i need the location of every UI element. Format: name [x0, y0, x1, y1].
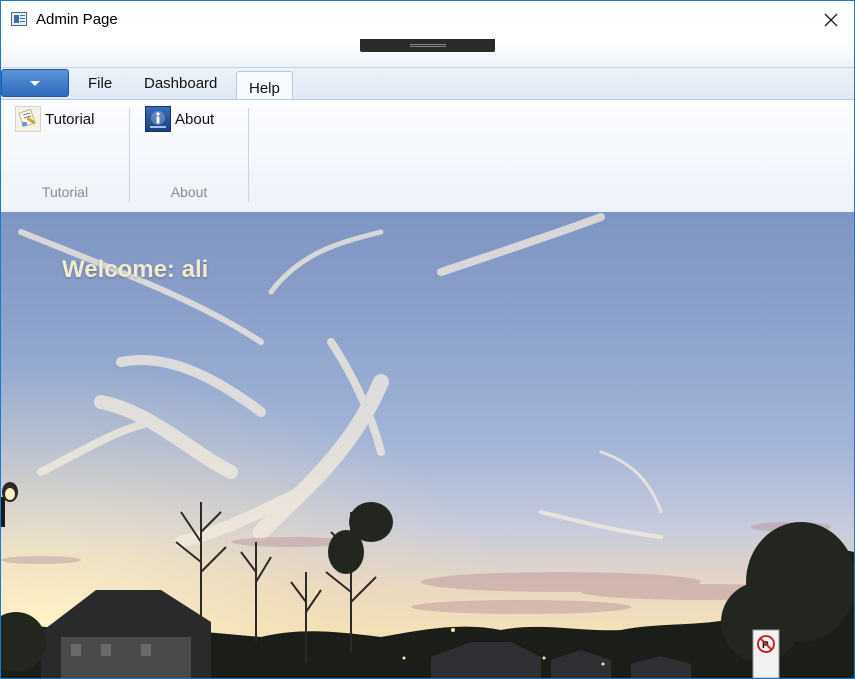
tab-dashboard[interactable]: Dashboard	[144, 75, 217, 92]
grip-lines-icon	[410, 44, 446, 45]
admin-window: Admin Page File Dashboard Help Tutorial …	[0, 0, 855, 679]
window-title: Admin Page	[36, 11, 118, 28]
about-button-label: About	[175, 110, 215, 128]
info-icon	[145, 106, 171, 132]
close-icon	[824, 13, 838, 27]
tutorial-button[interactable]: Tutorial	[15, 106, 94, 132]
quick-access-area	[1, 39, 854, 69]
close-button[interactable]	[808, 1, 854, 39]
tab-help[interactable]: Help	[236, 71, 293, 101]
window-app-icon[interactable]	[11, 12, 27, 26]
ribbon-panel: Tutorial Tutorial About About	[1, 99, 854, 213]
tutorial-icon	[15, 106, 41, 132]
about-button[interactable]: About	[145, 106, 214, 132]
tab-file[interactable]: File	[88, 75, 112, 92]
ribbon-group-tutorial: Tutorial Tutorial	[1, 100, 129, 204]
main-content: P Welcome: ali	[1, 212, 854, 678]
tutorial-button-label: Tutorial	[45, 110, 95, 128]
tab-help-label: Help	[249, 80, 280, 97]
ribbon-group-label-about: About	[170, 184, 208, 200]
ribbon-grip-handle[interactable]	[360, 39, 495, 52]
ribbon-group-divider	[248, 108, 249, 202]
ribbon-group-about: About About	[130, 100, 248, 204]
title-bar[interactable]: Admin Page	[1, 1, 854, 39]
application-menu-button[interactable]	[1, 69, 69, 97]
welcome-message: Welcome: ali	[62, 256, 209, 283]
ribbon-group-label-tutorial: Tutorial	[41, 184, 89, 200]
caret-down-icon	[30, 80, 40, 86]
ribbon-tab-strip: File Dashboard Help	[1, 67, 854, 101]
